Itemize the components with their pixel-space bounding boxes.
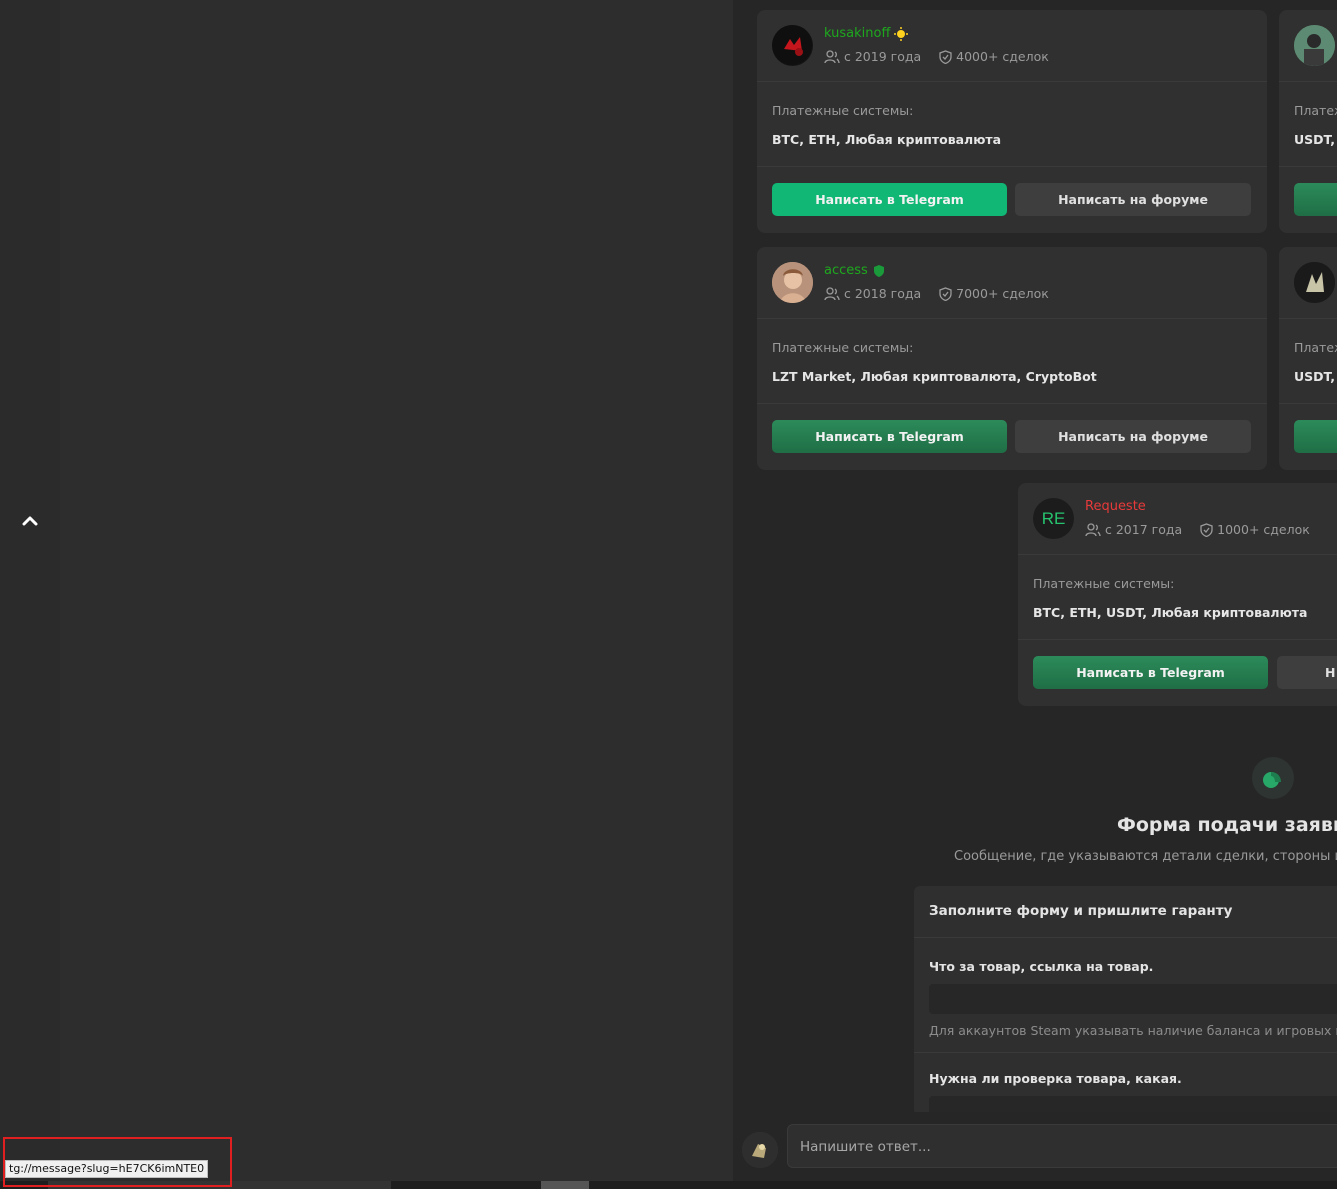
logo-icon xyxy=(1252,757,1294,799)
divider xyxy=(914,1052,1337,1053)
payment-value: LZT Market, Любая криптовалюта, CryptoBo… xyxy=(772,369,1097,384)
payment-value: BTC, ETH, USDT, Любая криптовалюта xyxy=(1033,605,1308,620)
form-subtitle: Сообщение, где указываются детали сделки… xyxy=(954,849,1337,864)
payment-label: Платежные системы: xyxy=(772,103,914,118)
avatar[interactable]: RE xyxy=(1033,498,1074,539)
guarantors-area: kusakinoff с 2019 года 4000+ сделок Плат… xyxy=(733,0,1337,1189)
username-text[interactable]: access xyxy=(824,263,868,278)
shield-check-icon xyxy=(939,286,952,301)
avatar[interactable] xyxy=(1294,262,1335,303)
forum-button[interactable]: Написать на форуме xyxy=(1015,183,1251,216)
scrollbar-thumb[interactable] xyxy=(541,1181,589,1189)
form-box: Заполните форму и пришлите гаранту Что з… xyxy=(914,886,1337,1116)
product-hint: Для аккаунтов Steam указывать наличие ба… xyxy=(929,1023,1337,1038)
guarantor-card-partial: Платеж USDT, ... xyxy=(1279,10,1337,233)
green-shield-badge-icon xyxy=(873,264,884,277)
guarantor-card: RE Requeste с 2017 года 1000+ сделок Пла… xyxy=(1018,483,1337,706)
payment-value: USDT, ... xyxy=(1294,132,1337,147)
question-product: Что за товар, ссылка на товар. xyxy=(929,959,1154,974)
user-meta: с 2019 года 4000+ сделок xyxy=(824,49,1049,64)
question-check: Нужна ли проверка товара, какая. xyxy=(929,1071,1182,1086)
telegram-button[interactable] xyxy=(1294,183,1337,216)
reply-bar: Напишите ответ... xyxy=(733,1112,1337,1189)
form-box-title: Заполните форму и пришлите гаранту xyxy=(914,886,1337,938)
card-body: Платежные системы: BTC, ETH, USDT, Любая… xyxy=(1018,555,1337,640)
telegram-button[interactable]: Написать в Telegram xyxy=(1033,656,1268,689)
member-since: с 2017 года xyxy=(1105,522,1183,537)
card-footer: Написать в Telegram Написать на форуме xyxy=(757,404,1267,470)
card-body: Платеж USDT, ... xyxy=(1279,319,1337,404)
card-footer: Написать в Telegram Н xyxy=(1018,640,1337,706)
card-body: Платеж USDT, ... xyxy=(1279,82,1337,167)
avatar[interactable] xyxy=(772,262,813,303)
highlight-annotation-box xyxy=(3,1137,232,1187)
user-meta: с 2017 года 1000+ сделок xyxy=(1085,522,1310,537)
avatar[interactable] xyxy=(1294,25,1335,66)
username-text[interactable]: Requeste xyxy=(1085,499,1146,514)
telegram-button[interactable] xyxy=(1294,420,1337,453)
deals-count: 4000+ сделок xyxy=(956,49,1049,64)
card-header: RE Requeste с 2017 года 1000+ сделок xyxy=(1018,483,1337,555)
shield-check-icon xyxy=(939,49,952,64)
guarantor-card: access с 2018 года 7000+ сделок Платежны… xyxy=(757,247,1267,470)
forum-button[interactable]: Написать на форуме xyxy=(1015,420,1251,453)
chevron-up-icon xyxy=(22,516,38,526)
deals-count: 7000+ сделок xyxy=(956,286,1049,301)
product-input[interactable] xyxy=(929,984,1337,1014)
deals-count: 1000+ сделок xyxy=(1217,522,1310,537)
user-meta: с 2018 года 7000+ сделок xyxy=(824,286,1049,301)
card-footer xyxy=(1279,167,1337,233)
payment-label: Платежные системы: xyxy=(772,340,914,355)
scroll-to-top-button[interactable] xyxy=(16,506,44,534)
payment-value: USDT, ... xyxy=(1294,369,1337,384)
card-body: Платежные системы: BTC, ETH, Любая крипт… xyxy=(757,82,1267,167)
card-header: access с 2018 года 7000+ сделок xyxy=(757,247,1267,319)
user-avatar xyxy=(742,1132,778,1168)
users-icon xyxy=(824,286,840,300)
card-header xyxy=(1279,247,1337,319)
payment-label: Платежные системы: xyxy=(1033,576,1175,591)
username-text[interactable]: kusakinoff xyxy=(824,26,890,41)
guarantor-card-partial: Платеж USDT, ... xyxy=(1279,247,1337,470)
forum-button[interactable]: Н xyxy=(1277,656,1337,689)
payment-label: Платеж xyxy=(1294,103,1337,118)
username[interactable]: kusakinoff xyxy=(824,26,909,41)
guarantor-card: kusakinoff с 2019 года 4000+ сделок Плат… xyxy=(757,10,1267,233)
sun-badge-icon xyxy=(894,26,909,41)
left-strip xyxy=(0,0,60,1189)
card-footer xyxy=(1279,404,1337,470)
card-header xyxy=(1279,10,1337,82)
card-header: kusakinoff с 2019 года 4000+ сделок xyxy=(757,10,1267,82)
shield-check-icon xyxy=(1200,522,1213,537)
payment-label: Платеж xyxy=(1294,340,1337,355)
username[interactable]: Requeste xyxy=(1085,499,1146,514)
telegram-button[interactable]: Написать в Telegram xyxy=(772,420,1007,453)
avatar-initials: RE xyxy=(1041,508,1066,528)
users-icon xyxy=(1085,522,1101,536)
telegram-button[interactable]: Написать в Telegram xyxy=(772,183,1007,216)
avatar[interactable] xyxy=(772,25,813,66)
card-body: Платежные системы: LZT Market, Любая кри… xyxy=(757,319,1267,404)
payment-value: BTC, ETH, Любая криптовалюта xyxy=(772,132,1002,147)
blank-panel xyxy=(60,0,733,1189)
form-title: Форма подачи заявки xyxy=(1117,814,1337,836)
username[interactable]: access xyxy=(824,263,886,278)
users-icon xyxy=(824,49,840,63)
card-footer: Написать в Telegram Написать на форуме xyxy=(757,167,1267,233)
member-since: с 2019 года xyxy=(844,49,922,64)
reply-input[interactable]: Напишите ответ... xyxy=(787,1124,1337,1168)
member-since: с 2018 года xyxy=(844,286,922,301)
